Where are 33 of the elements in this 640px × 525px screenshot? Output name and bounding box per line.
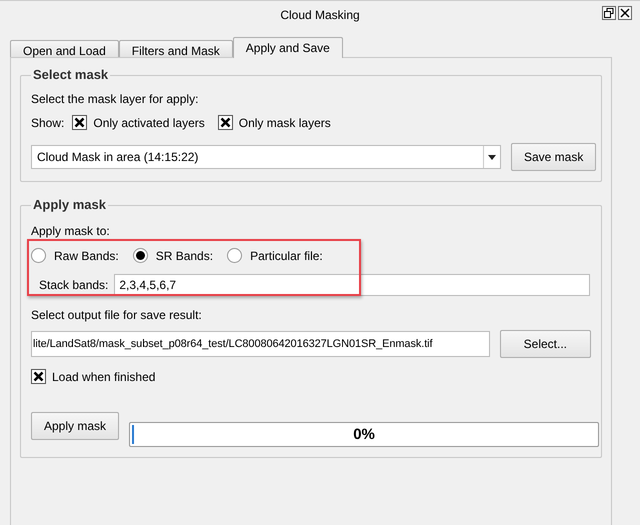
checkbox-label: Load when finished xyxy=(52,370,156,384)
tab[interactable]: Filters and Mask xyxy=(118,40,233,57)
output-file-label: Select output file for save result: xyxy=(31,308,203,322)
dropdown-arrow-icon xyxy=(488,154,496,160)
stack-bands-field[interactable]: 2,3,4,5,6,7 xyxy=(114,274,590,296)
select-button[interactable]: Select... xyxy=(500,330,591,358)
stack-bands-label: Stack bands: xyxy=(39,278,108,292)
float-icon[interactable] xyxy=(602,6,616,20)
checkbox-label: Only activated layers xyxy=(93,116,205,130)
tab[interactable]: Open and Load xyxy=(10,40,119,57)
radio-button[interactable] xyxy=(132,248,148,263)
radio-button[interactable] xyxy=(31,248,46,263)
group-title: Apply mask xyxy=(31,197,108,212)
checkbox[interactable] xyxy=(72,115,88,130)
prompt-text: Select the mask layer for apply: xyxy=(31,92,200,106)
radio-button[interactable] xyxy=(227,248,242,263)
tab[interactable]: Apply and Save xyxy=(232,37,343,58)
output-file-field[interactable]: lite/LandSat8/mask_subset_p08r64_test/LC80080642016327LGN01SR_Enmask.tif xyxy=(31,331,490,357)
checkbox-label: Only mask layers xyxy=(238,116,331,130)
checkbox[interactable] xyxy=(218,115,233,130)
close-icon[interactable] xyxy=(618,6,632,20)
show-label: Show: xyxy=(31,116,64,130)
radio-label: Particular file: xyxy=(250,248,323,262)
group-title: Select mask xyxy=(31,67,110,82)
progress-reading: 0% xyxy=(353,426,375,443)
layer-dropdown[interactable]: Cloud Mask in area (14:15:22) xyxy=(31,145,501,169)
window-title: Cloud Masking xyxy=(280,8,360,22)
save-mask-button[interactable]: Save mask xyxy=(511,143,596,171)
apply-mask-button[interactable]: Apply mask xyxy=(31,412,120,440)
radio-label: SR Bands: xyxy=(156,248,214,262)
prompt-text: Apply mask to: xyxy=(31,224,111,238)
checkbox[interactable] xyxy=(31,369,46,384)
radio-label: Raw Bands: xyxy=(54,248,119,262)
